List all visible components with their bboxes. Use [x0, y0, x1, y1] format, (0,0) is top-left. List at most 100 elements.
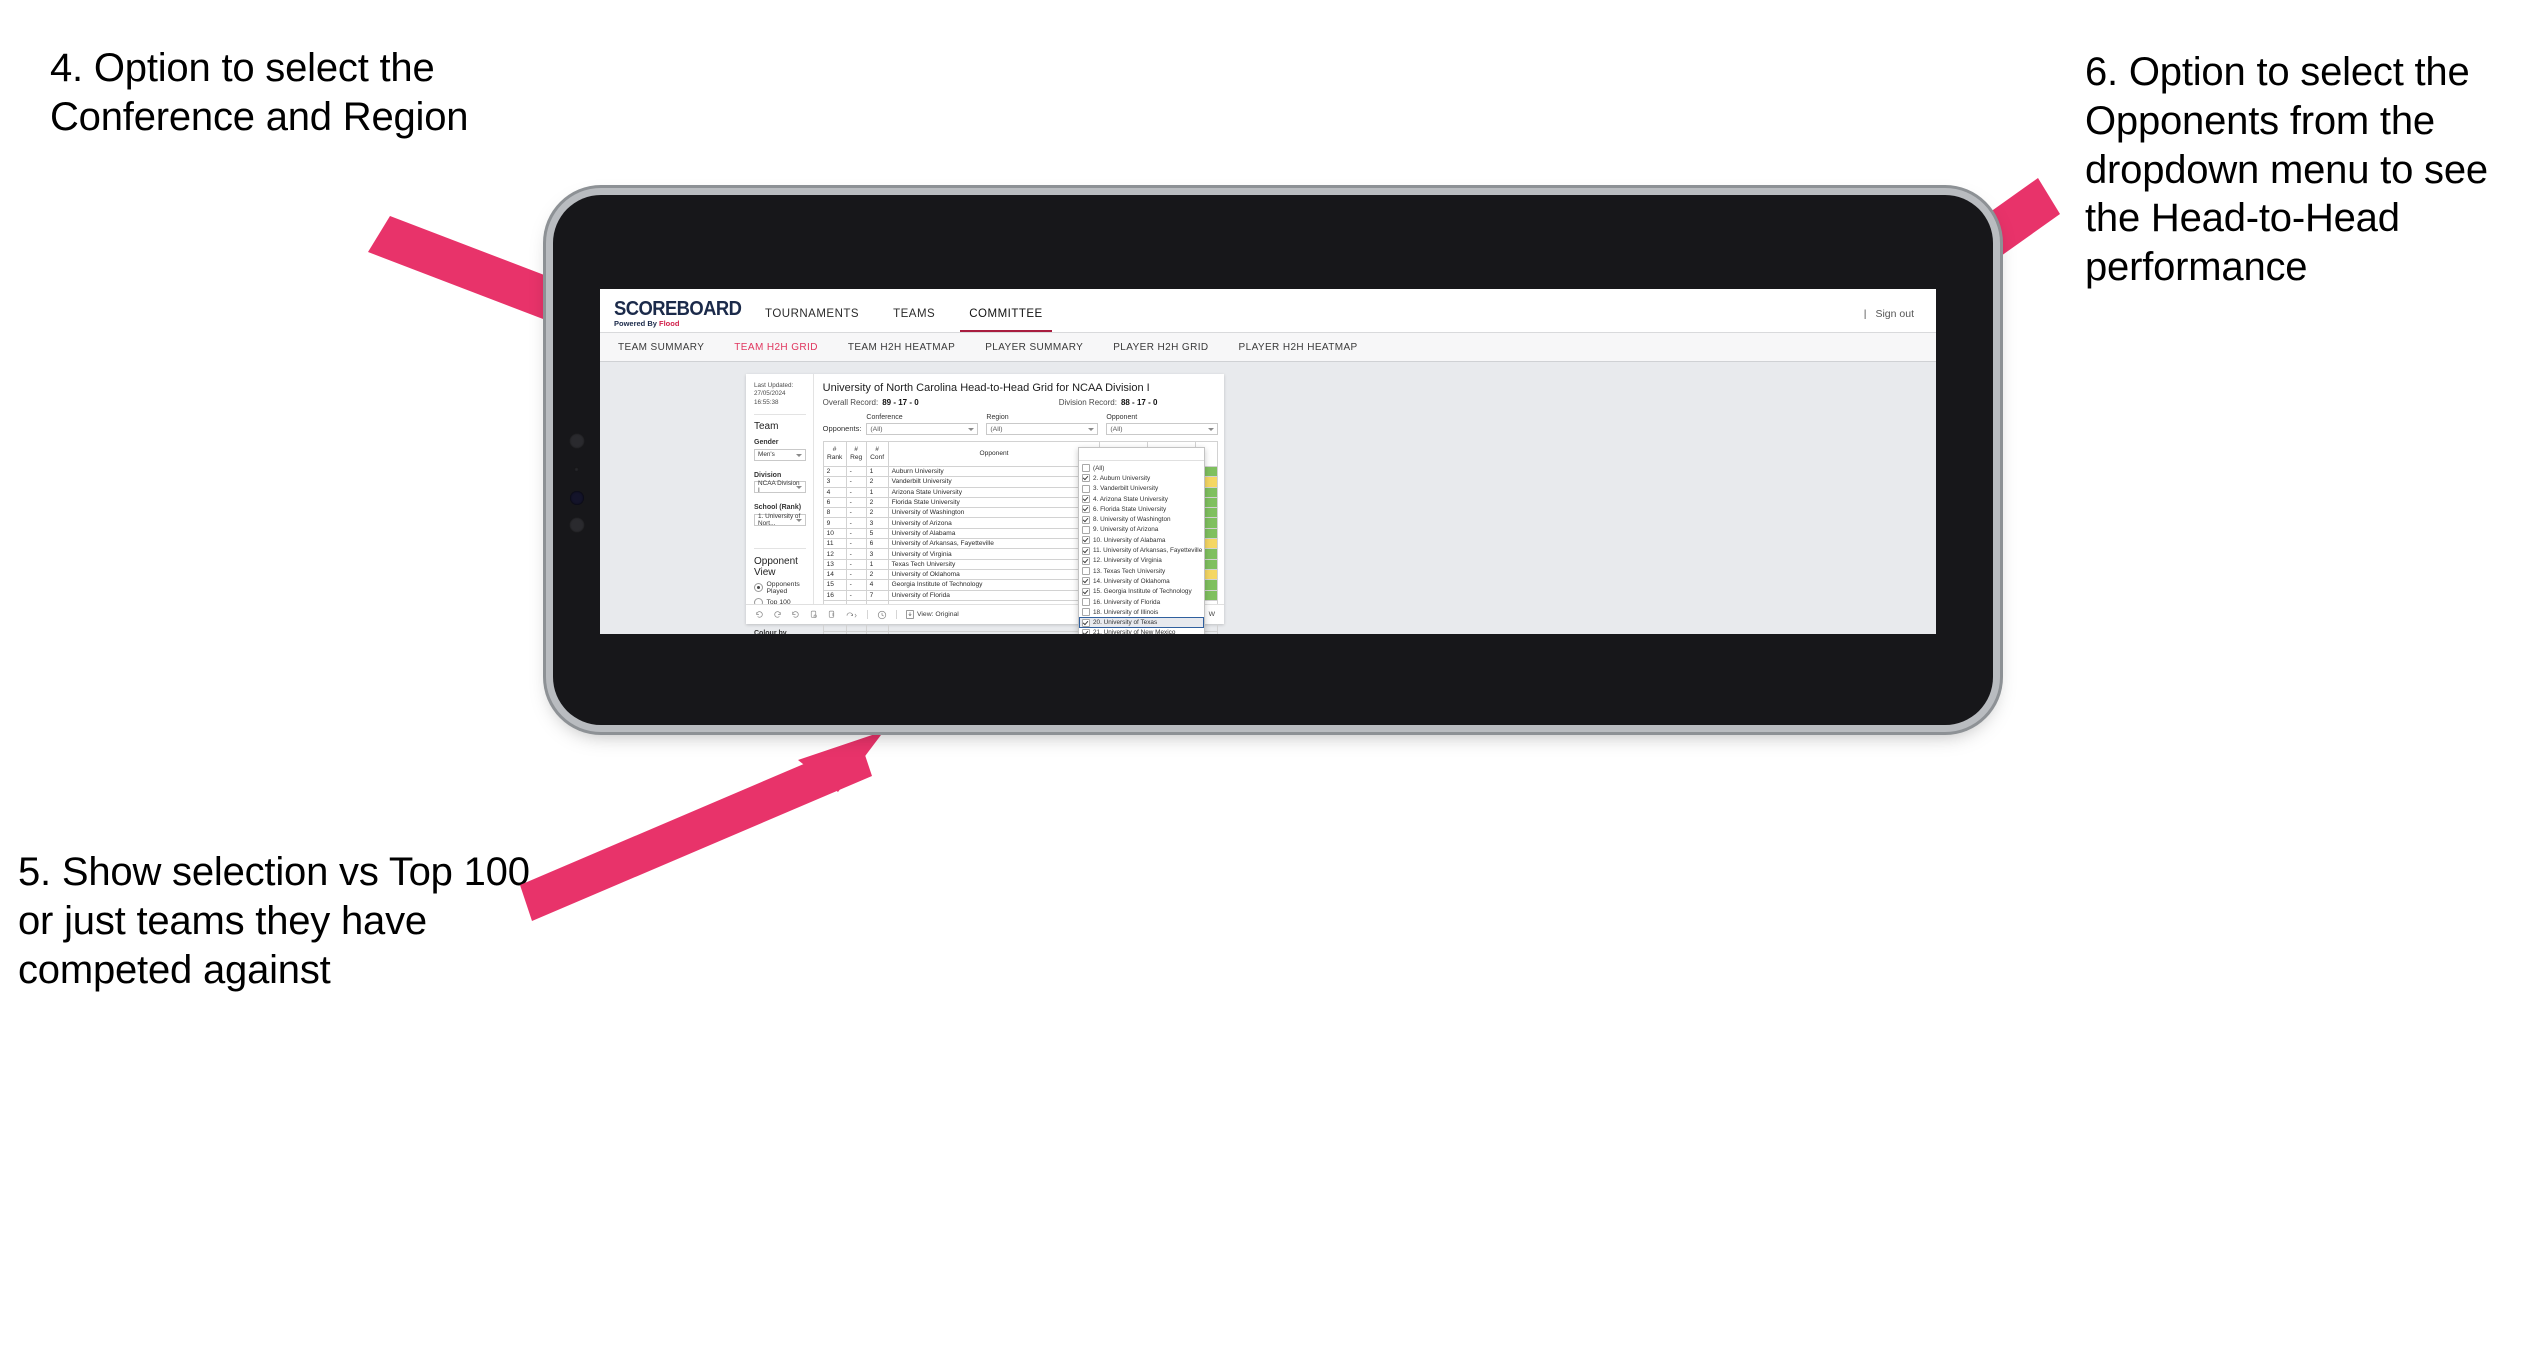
- checkbox-icon[interactable]: [1082, 546, 1090, 555]
- opponent-option[interactable]: 15. Georgia Institute of Technology: [1079, 587, 1204, 597]
- nav-teams[interactable]: TEAMS: [876, 308, 952, 332]
- checkbox-icon[interactable]: [1082, 556, 1090, 565]
- gender-select[interactable]: Men's: [754, 448, 806, 461]
- header-right: | Sign out: [1864, 308, 1936, 332]
- opponent-dropdown-popup[interactable]: (All) 2. Auburn University 3. Vanderbilt U…: [1078, 447, 1205, 634]
- lens-icon: [570, 491, 584, 505]
- cell-reg: -: [845, 465, 867, 478]
- redo-icon[interactable]: [773, 610, 782, 619]
- nav-committee[interactable]: COMMITTEE: [952, 308, 1060, 332]
- opponent-option[interactable]: 13. Texas Tech University: [1079, 566, 1204, 576]
- radio-icon-selected: [754, 583, 763, 593]
- school-rank-label: School (Rank): [754, 504, 802, 512]
- col-conf[interactable]: # Conf: [865, 441, 889, 467]
- opponent-option-list[interactable]: (All) 2. Auburn University 3. Vanderbilt U…: [1079, 461, 1204, 634]
- opponent-option[interactable]: 10. University of Alabama: [1079, 535, 1204, 545]
- col-rank[interactable]: # Rank: [822, 441, 847, 467]
- sign-out-link[interactable]: Sign out: [1875, 308, 1914, 320]
- cell-conf: 1: [865, 558, 889, 570]
- subnav-player-h2h-heatmap[interactable]: PLAYER H2H HEATMAP: [1224, 342, 1373, 353]
- subnav-team-h2h-heatmap[interactable]: TEAM H2H HEATMAP: [833, 342, 970, 353]
- filters-sidebar: Last Updated: 27/05/2024 16:55:38 Team G…: [746, 374, 814, 634]
- cell-opponent: University of Oklahoma: [887, 568, 1101, 581]
- school-rank-select[interactable]: 1. University of Nort...: [754, 513, 806, 527]
- opponent-option[interactable]: 14. University of Oklahoma: [1079, 576, 1204, 586]
- region-select[interactable]: (All): [986, 423, 1099, 435]
- cell-rank: 8: [822, 507, 847, 519]
- opponent-option[interactable]: 2. Auburn University: [1079, 473, 1204, 483]
- overall-record-value: 89 - 17 - 0: [882, 398, 919, 407]
- cell-opponent: University of Washington: [887, 507, 1101, 519]
- cell-rank: 6: [822, 496, 847, 509]
- history-icon[interactable]: [877, 610, 887, 620]
- undo-icon[interactable]: [755, 610, 764, 619]
- subnav-player-h2h-grid[interactable]: PLAYER H2H GRID: [1098, 342, 1223, 353]
- checkbox-icon[interactable]: [1082, 577, 1090, 586]
- checkbox-icon[interactable]: [1082, 505, 1090, 514]
- annotation-4: 4. Option to select the Conference and R…: [50, 46, 469, 139]
- checkbox-icon[interactable]: [1082, 484, 1090, 493]
- share-icon[interactable]: [845, 610, 858, 619]
- cell-reg: -: [845, 538, 867, 550]
- camera-icon: [569, 433, 585, 449]
- subnav-team-h2h-grid[interactable]: TEAM H2H GRID: [719, 342, 833, 353]
- opponent-option[interactable]: 8. University of Washington: [1079, 514, 1204, 524]
- header-divider: |: [1863, 308, 1867, 320]
- checkbox-icon[interactable]: [1082, 618, 1090, 627]
- gender-label: Gender: [754, 439, 779, 447]
- col-reg[interactable]: # Reg: [845, 441, 867, 467]
- opponent-option[interactable]: 21. University of New Mexico: [1079, 628, 1204, 634]
- col-opponent[interactable]: Opponent: [887, 441, 1101, 467]
- checkbox-icon[interactable]: [1082, 495, 1090, 504]
- checkbox-icon[interactable]: [1082, 464, 1090, 473]
- checkbox-icon[interactable]: [1082, 587, 1090, 596]
- cell-opponent: Georgia Institute of Technology: [887, 579, 1101, 591]
- cell-reg: -: [845, 527, 867, 540]
- checkbox-icon[interactable]: [1082, 525, 1090, 534]
- cell-reg: -: [845, 558, 867, 570]
- opponent-option[interactable]: 4. Arizona State University: [1079, 494, 1204, 504]
- colour-by-label: Colour by: [754, 629, 787, 634]
- conference-select[interactable]: (All): [866, 423, 979, 435]
- checkbox-icon[interactable]: [1082, 608, 1090, 617]
- division-record-value: 88 - 17 - 0: [1120, 398, 1158, 407]
- cell-reg: -: [845, 589, 867, 601]
- radio-opponents-played[interactable]: Opponents Played: [754, 581, 806, 595]
- checkbox-icon[interactable]: [1082, 474, 1090, 483]
- checkbox-icon[interactable]: [1082, 515, 1090, 524]
- opponent-option[interactable]: 9. University of Arizona: [1079, 525, 1204, 535]
- divider: [867, 610, 868, 619]
- conference-value: (All): [870, 425, 883, 433]
- opponent-select[interactable]: (All): [1106, 423, 1219, 435]
- division-select[interactable]: NCAA Division I: [754, 480, 806, 494]
- nav-tournaments[interactable]: TOURNAMENTS: [748, 308, 876, 332]
- primary-nav: TOURNAMENTS TEAMS COMMITTEE: [748, 289, 1060, 332]
- opponent-option-label: 10. University of Alabama: [1093, 536, 1166, 544]
- opponent-option[interactable]: 11. University of Arkansas, Fayetteville: [1079, 545, 1204, 555]
- subnav-team-summary[interactable]: TEAM SUMMARY: [600, 342, 719, 353]
- overall-record-label: Overall Record:: [822, 398, 879, 407]
- cell-conf: 1: [865, 465, 889, 478]
- revert-icon[interactable]: [791, 610, 800, 619]
- checkbox-icon[interactable]: [1082, 598, 1090, 606]
- opponent-search-input[interactable]: [1079, 448, 1204, 461]
- cell-opponent: Florida State University: [887, 496, 1101, 509]
- refresh-icon[interactable]: [809, 610, 818, 619]
- cell-reg: -: [845, 507, 867, 519]
- checkbox-icon[interactable]: [1082, 628, 1090, 634]
- checkbox-icon[interactable]: [1082, 536, 1090, 545]
- divider: [896, 610, 897, 619]
- opponent-option[interactable]: 18. University of Illinois: [1079, 607, 1204, 617]
- opponent-option[interactable]: 16. University of Florida: [1079, 597, 1204, 607]
- checkbox-icon[interactable]: [1082, 567, 1090, 576]
- opponent-option[interactable]: 20. University of Texas: [1079, 617, 1204, 628]
- chevron-down-icon: [1088, 428, 1095, 431]
- opponent-option[interactable]: (All): [1079, 463, 1204, 473]
- subnav-player-summary[interactable]: PLAYER SUMMARY: [970, 342, 1098, 353]
- pause-icon[interactable]: [827, 610, 836, 619]
- opponent-option[interactable]: 3. Vanderbilt University: [1079, 484, 1204, 494]
- opponent-option[interactable]: 6. Florida State University: [1079, 504, 1204, 514]
- opponent-option[interactable]: 12. University of Virginia: [1079, 556, 1204, 566]
- view-original-button[interactable]: View: Original: [906, 610, 959, 619]
- record-summary: Overall Record: 89 - 17 - 0 Division Rec…: [823, 398, 1219, 407]
